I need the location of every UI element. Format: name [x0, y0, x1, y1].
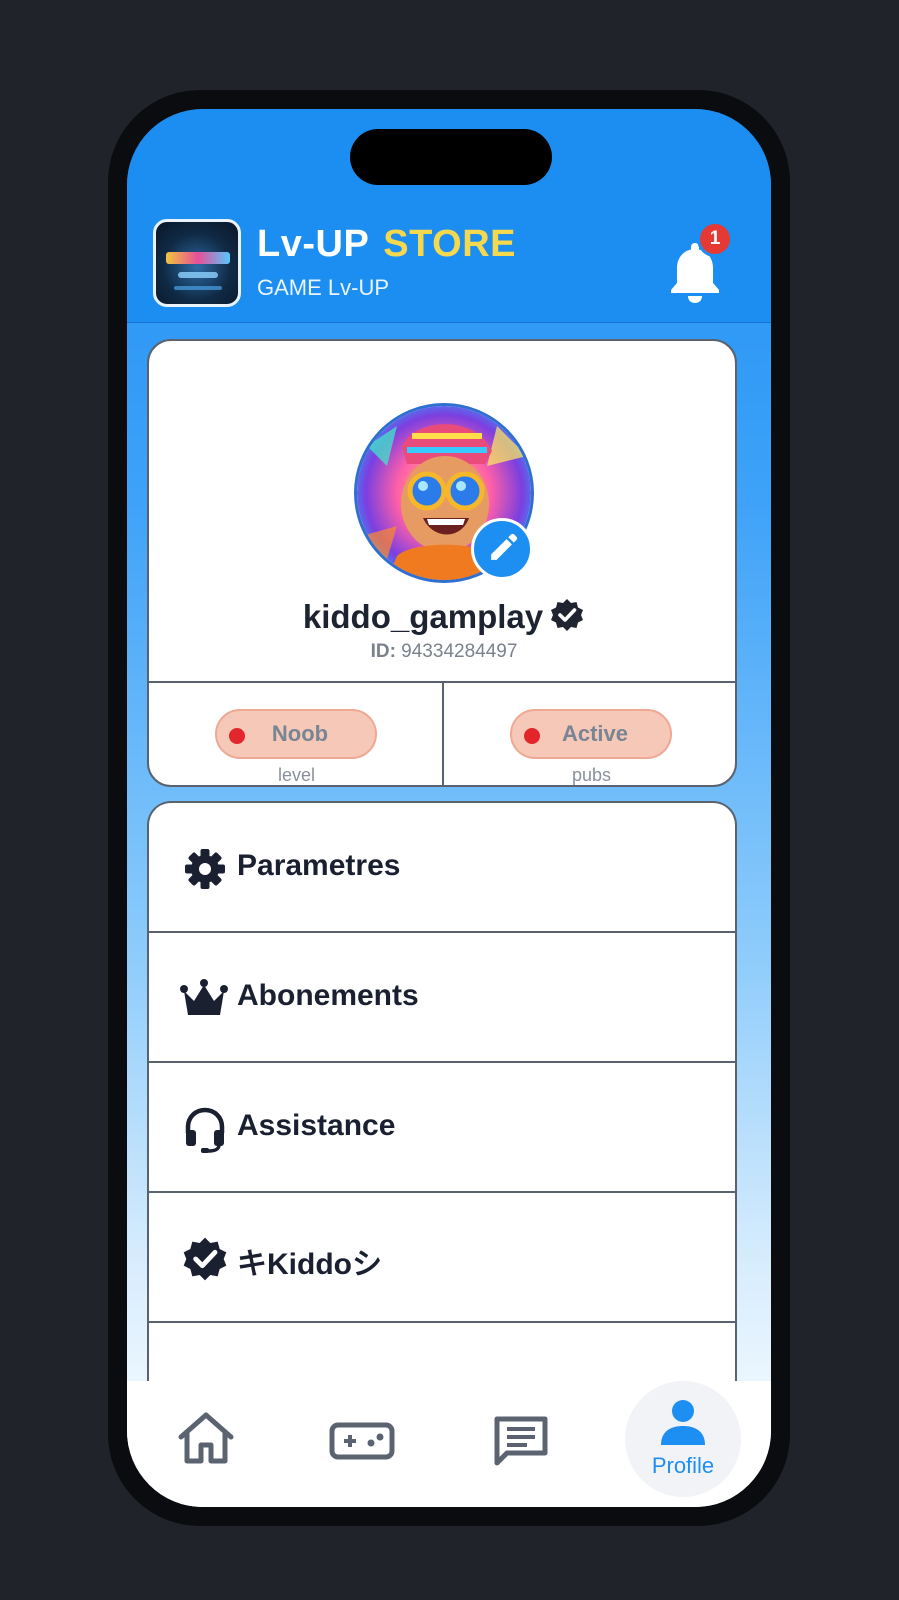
- chat-icon[interactable]: [491, 1381, 551, 1507]
- notification-badge: 1: [697, 221, 733, 257]
- app-screen: Lv-UP STORE GAME Lv-UP 1 kiddo_gamplay I…: [127, 109, 771, 1507]
- camera-notch: [350, 129, 552, 185]
- stat-pubs-value: Active: [561, 721, 629, 746]
- app-title: Lv-UP STORE: [257, 223, 516, 266]
- profile-icon: [661, 1400, 705, 1445]
- nav-profile-label: Profile: [651, 1453, 715, 1478]
- menu-item-label: Parametres: [237, 849, 401, 882]
- headset-icon: [185, 1107, 225, 1153]
- menu-item-label: Abonements: [237, 979, 419, 1012]
- stat-pubs-label: pubs: [571, 765, 612, 785]
- app-logo[interactable]: [153, 219, 241, 307]
- bottom-nav: Profile: [127, 1381, 771, 1507]
- profile-card: kiddo_gamplay ID: 94334284497 Noob level…: [147, 339, 737, 787]
- username-text: kiddo_gamplay: [302, 598, 544, 635]
- menu-item-abonements[interactable]: Abonements: [149, 933, 735, 1063]
- menu-item-label: キKiddoシ: [237, 1248, 382, 1281]
- status-badge: Active: [510, 709, 672, 759]
- stat-pubs: Active pubs: [444, 683, 735, 785]
- menu-item-kiddo[interactable]: キKiddoシ: [149, 1193, 735, 1323]
- username: kiddo_gamplay: [149, 597, 735, 636]
- app-subtitle: GAME Lv-UP: [257, 275, 390, 300]
- status-badge: Noob: [215, 709, 377, 759]
- app-title-store: STORE: [383, 223, 517, 265]
- gear-icon: [185, 849, 225, 889]
- user-id: ID: 94334284497: [149, 641, 735, 663]
- user-id-value: 94334284497: [401, 641, 518, 662]
- stat-level: Noob level: [149, 683, 444, 785]
- user-id-label: ID:: [370, 641, 396, 662]
- verified-icon: [183, 1237, 227, 1281]
- home-icon[interactable]: [175, 1381, 237, 1507]
- stat-level-value: Noob: [271, 721, 329, 746]
- stat-level-label: level: [277, 765, 316, 785]
- menu-item-label: Assistance: [237, 1109, 396, 1142]
- app-title-lvup: Lv-UP: [257, 223, 370, 265]
- menu-item-assistance[interactable]: Assistance: [149, 1063, 735, 1193]
- edit-avatar-button[interactable]: [471, 518, 533, 580]
- nav-profile[interactable]: Profile: [625, 1381, 741, 1497]
- profile-stats: Noob level Active pubs: [149, 681, 735, 785]
- gamepad-icon[interactable]: [327, 1381, 397, 1507]
- menu-item-parametres[interactable]: Parametres: [149, 803, 735, 933]
- crown-icon: [180, 979, 228, 1015]
- phone-frame: Lv-UP STORE GAME Lv-UP 1 kiddo_gamplay I…: [108, 90, 790, 1526]
- verified-icon: [551, 599, 584, 631]
